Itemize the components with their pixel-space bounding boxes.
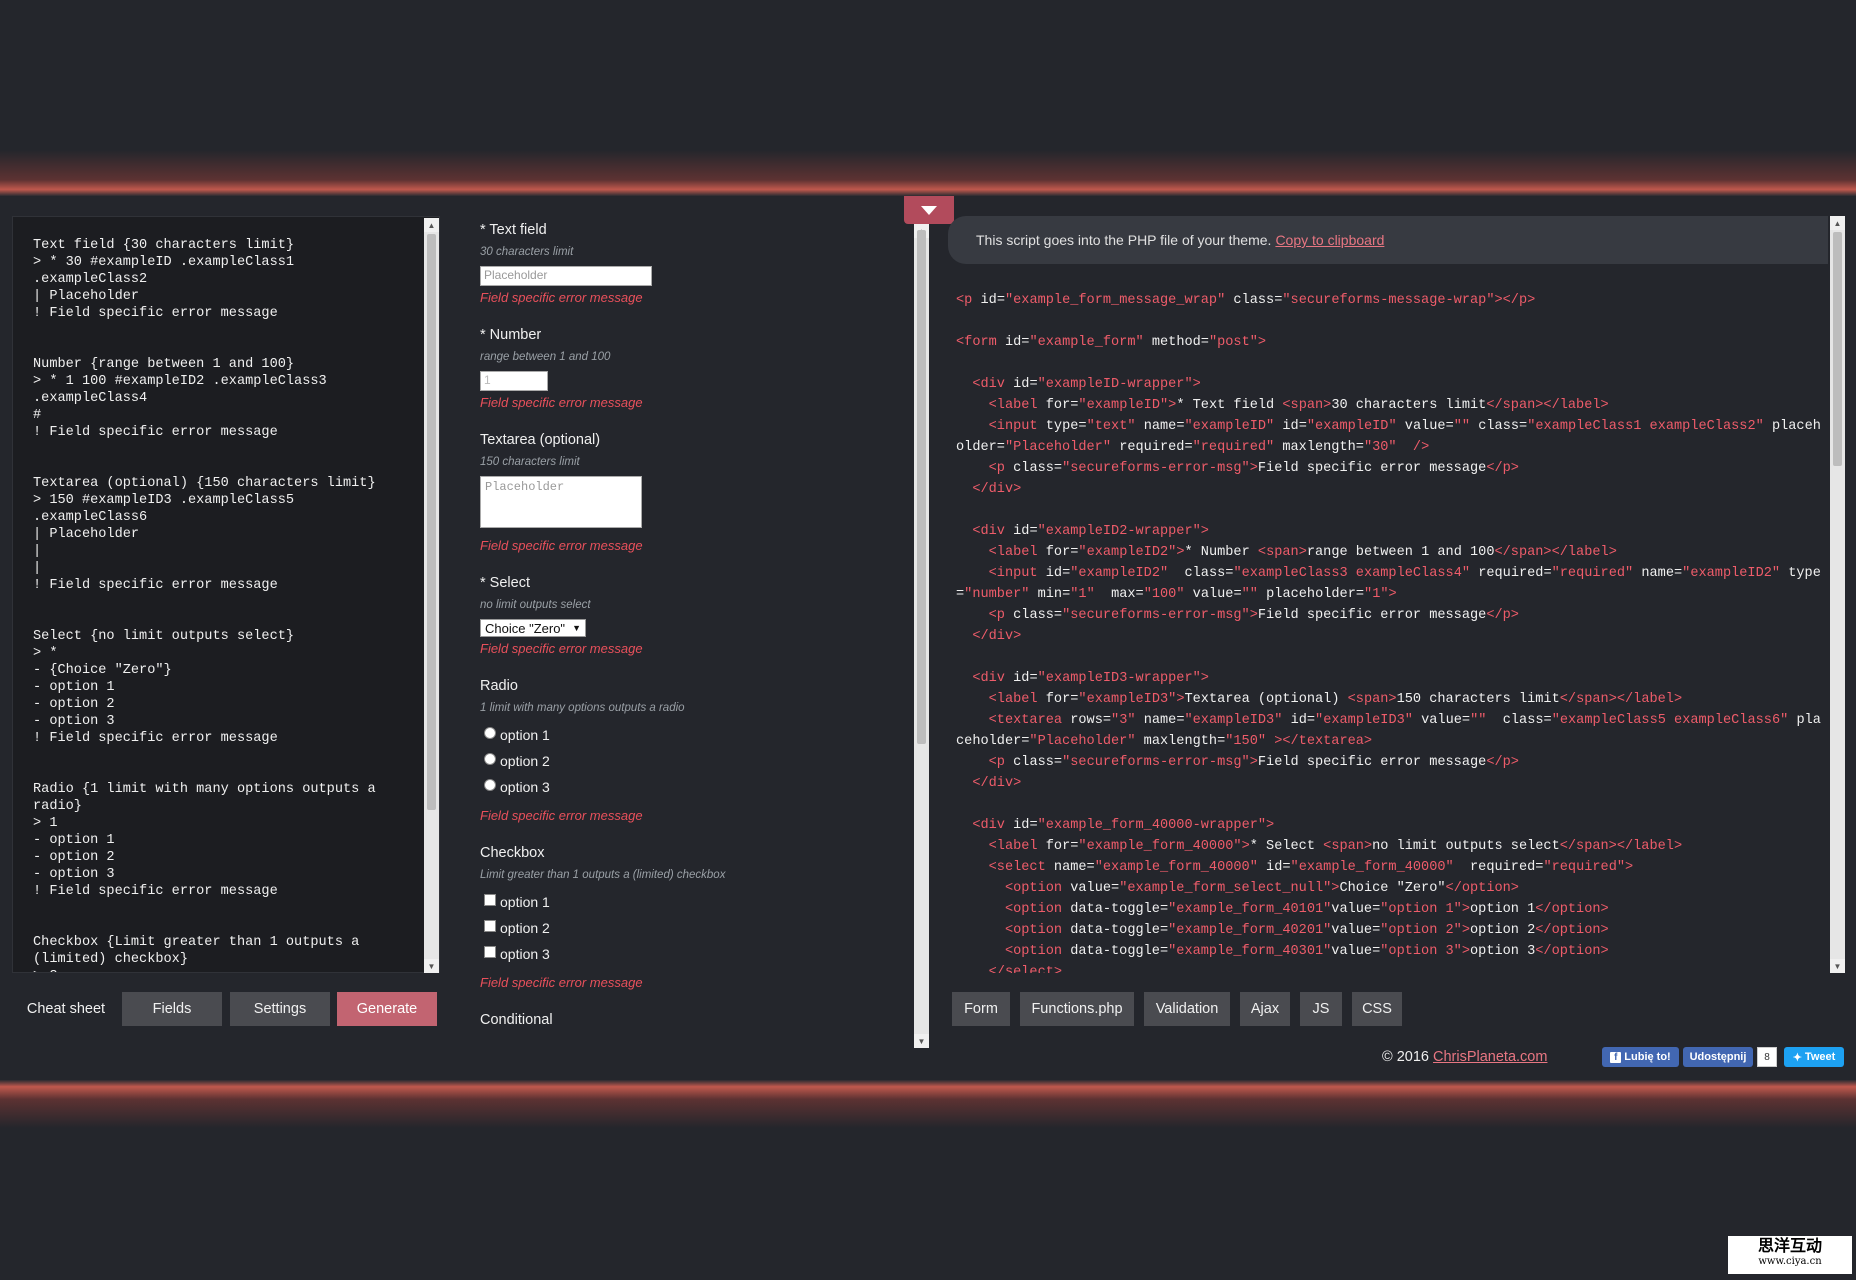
checkbox-option-label: option 2: [500, 920, 550, 936]
scroll-down-icon[interactable]: ▼: [424, 959, 439, 973]
select-group: * Select no limit outputs select Choice …: [480, 575, 900, 656]
checkbox[interactable]: [484, 946, 496, 958]
scroll-down-icon[interactable]: ▼: [1830, 959, 1845, 973]
textarea-hint: 150 characters limit: [480, 456, 580, 468]
radio-option[interactable]: option 1: [480, 722, 900, 748]
conditional-label: Conditional: [480, 1012, 553, 1028]
checkbox-option[interactable]: option 1: [480, 889, 900, 915]
radio-button[interactable]: [484, 753, 496, 765]
text-field-label: * Text field: [480, 222, 547, 238]
top-glow-divider: [0, 150, 1856, 196]
number-group: * Number range between 1 and 100 1 Field…: [480, 327, 900, 410]
scroll-down-icon[interactable]: ▼: [914, 1034, 929, 1048]
scroll-thumb[interactable]: [1833, 232, 1842, 466]
checkbox-group: Checkbox Limit greater than 1 outputs a …: [480, 845, 900, 990]
scroll-up-icon[interactable]: ▲: [1830, 216, 1845, 230]
radio-button[interactable]: [484, 727, 496, 739]
select-error: Field specific error message: [480, 641, 643, 656]
checkbox-label: Checkbox: [480, 845, 545, 861]
checkbox-option[interactable]: option 3: [480, 941, 900, 967]
text-field-group: * Text field 30 characters limit Placeho…: [480, 222, 900, 305]
radio-hint: 1 limit with many options outputs a radi…: [480, 702, 685, 714]
tab-css[interactable]: CSS: [1352, 992, 1402, 1026]
dropdown-arrow-icon: ▼: [572, 623, 581, 633]
watermark-url: www.ciya.cn: [1758, 1256, 1822, 1267]
generated-code[interactable]: <p id="example_form_message_wrap" class=…: [956, 290, 1826, 973]
cheat-sheet-button[interactable]: Cheat sheet: [20, 992, 112, 1026]
watermark-logo: 思洋互动 www.ciya.cn: [1728, 1236, 1852, 1274]
cheat-sheet-scrollbar[interactable]: ▲ ▼: [424, 218, 439, 973]
radio-option-label: option 1: [500, 727, 550, 743]
tweet-label: Tweet: [1804, 1051, 1836, 1063]
text-field-error: Field specific error message: [480, 290, 643, 305]
form-scrollbar[interactable]: ▲ ▼: [914, 224, 929, 1048]
number-error: Field specific error message: [480, 395, 643, 410]
select-label: * Select: [480, 575, 530, 591]
checkbox-option[interactable]: option 2: [480, 915, 900, 941]
select-dropdown[interactable]: Choice "Zero" ▼: [480, 619, 586, 637]
site-link[interactable]: ChrisPlaneta.com: [1433, 1049, 1547, 1065]
textarea-input[interactable]: Placeholder: [480, 476, 642, 528]
facebook-share-button[interactable]: Udostępnij: [1683, 1047, 1753, 1067]
tab-validation[interactable]: Validation: [1144, 992, 1230, 1026]
cheat-sheet-text[interactable]: Text field {30 characters limit} > * 30 …: [13, 217, 418, 972]
scroll-thumb[interactable]: [427, 234, 436, 810]
radio-group: Radio 1 limit with many options outputs …: [480, 678, 900, 823]
conditional-group: Conditional: [480, 1012, 900, 1028]
radio-label: Radio: [480, 678, 518, 694]
tweet-button[interactable]: ✦ Tweet: [1784, 1047, 1844, 1067]
bottom-glow-divider: [0, 1080, 1856, 1128]
select-value: Choice "Zero": [485, 620, 566, 636]
generate-button[interactable]: Generate: [337, 992, 437, 1026]
cheat-sheet-panel[interactable]: Text field {30 characters limit} > * 30 …: [12, 216, 440, 973]
collapse-toggle-button[interactable]: [904, 196, 954, 224]
textarea-group: Textarea (optional) 150 characters limit…: [480, 432, 900, 553]
tab-js[interactable]: JS: [1300, 992, 1342, 1026]
number-label: * Number: [480, 327, 542, 343]
share-count: 8: [1757, 1047, 1777, 1067]
footer-copyright: © 2016 ChrisPlaneta.com: [1382, 1049, 1547, 1065]
tab-functions-php[interactable]: Functions.php: [1020, 992, 1134, 1026]
chevron-down-icon: [921, 205, 937, 215]
copyright-text: © 2016: [1382, 1049, 1429, 1065]
notice-text: This script goes into the PHP file of yo…: [976, 232, 1272, 248]
scroll-thumb[interactable]: [917, 230, 926, 744]
textarea-error: Field specific error message: [480, 538, 643, 553]
tab-form[interactable]: Form: [952, 992, 1010, 1026]
form-preview: * Text field 30 characters limit Placeho…: [480, 222, 900, 1050]
facebook-icon: f: [1610, 1051, 1622, 1063]
checkbox-error: Field specific error message: [480, 975, 643, 990]
radio-option-label: option 2: [500, 753, 550, 769]
select-hint: no limit outputs select: [480, 599, 591, 611]
radio-error: Field specific error message: [480, 808, 643, 823]
radio-button[interactable]: [484, 779, 496, 791]
radio-option[interactable]: option 3: [480, 774, 900, 800]
checkbox-option-label: option 3: [500, 946, 550, 962]
code-output-panel[interactable]: This script goes into the PHP file of yo…: [948, 216, 1834, 973]
radio-option-label: option 3: [500, 779, 550, 795]
scroll-up-icon[interactable]: ▲: [424, 218, 439, 232]
text-field-input[interactable]: Placeholder: [480, 266, 652, 286]
checkbox-hint: Limit greater than 1 outputs a (limited)…: [480, 869, 726, 881]
number-hint: range between 1 and 100: [480, 351, 611, 363]
checkbox-option-label: option 1: [500, 894, 550, 910]
twitter-icon: ✦: [1792, 1051, 1802, 1064]
copy-to-clipboard-link[interactable]: Copy to clipboard: [1275, 232, 1384, 248]
facebook-like-button[interactable]: f Lubię to!: [1602, 1047, 1679, 1067]
like-label: Lubię to!: [1624, 1051, 1671, 1063]
checkbox[interactable]: [484, 894, 496, 906]
fields-button[interactable]: Fields: [122, 992, 222, 1026]
textarea-label: Textarea (optional): [480, 432, 601, 448]
number-input[interactable]: 1: [480, 371, 548, 391]
text-field-hint: 30 characters limit: [480, 246, 574, 258]
radio-option[interactable]: option 2: [480, 748, 900, 774]
watermark-title: 思洋互动: [1757, 1236, 1822, 1255]
tab-ajax[interactable]: Ajax: [1240, 992, 1290, 1026]
code-notice: This script goes into the PHP file of yo…: [948, 216, 1828, 264]
settings-button[interactable]: Settings: [230, 992, 330, 1026]
checkbox[interactable]: [484, 920, 496, 932]
code-scrollbar[interactable]: ▲ ▼: [1830, 216, 1845, 973]
